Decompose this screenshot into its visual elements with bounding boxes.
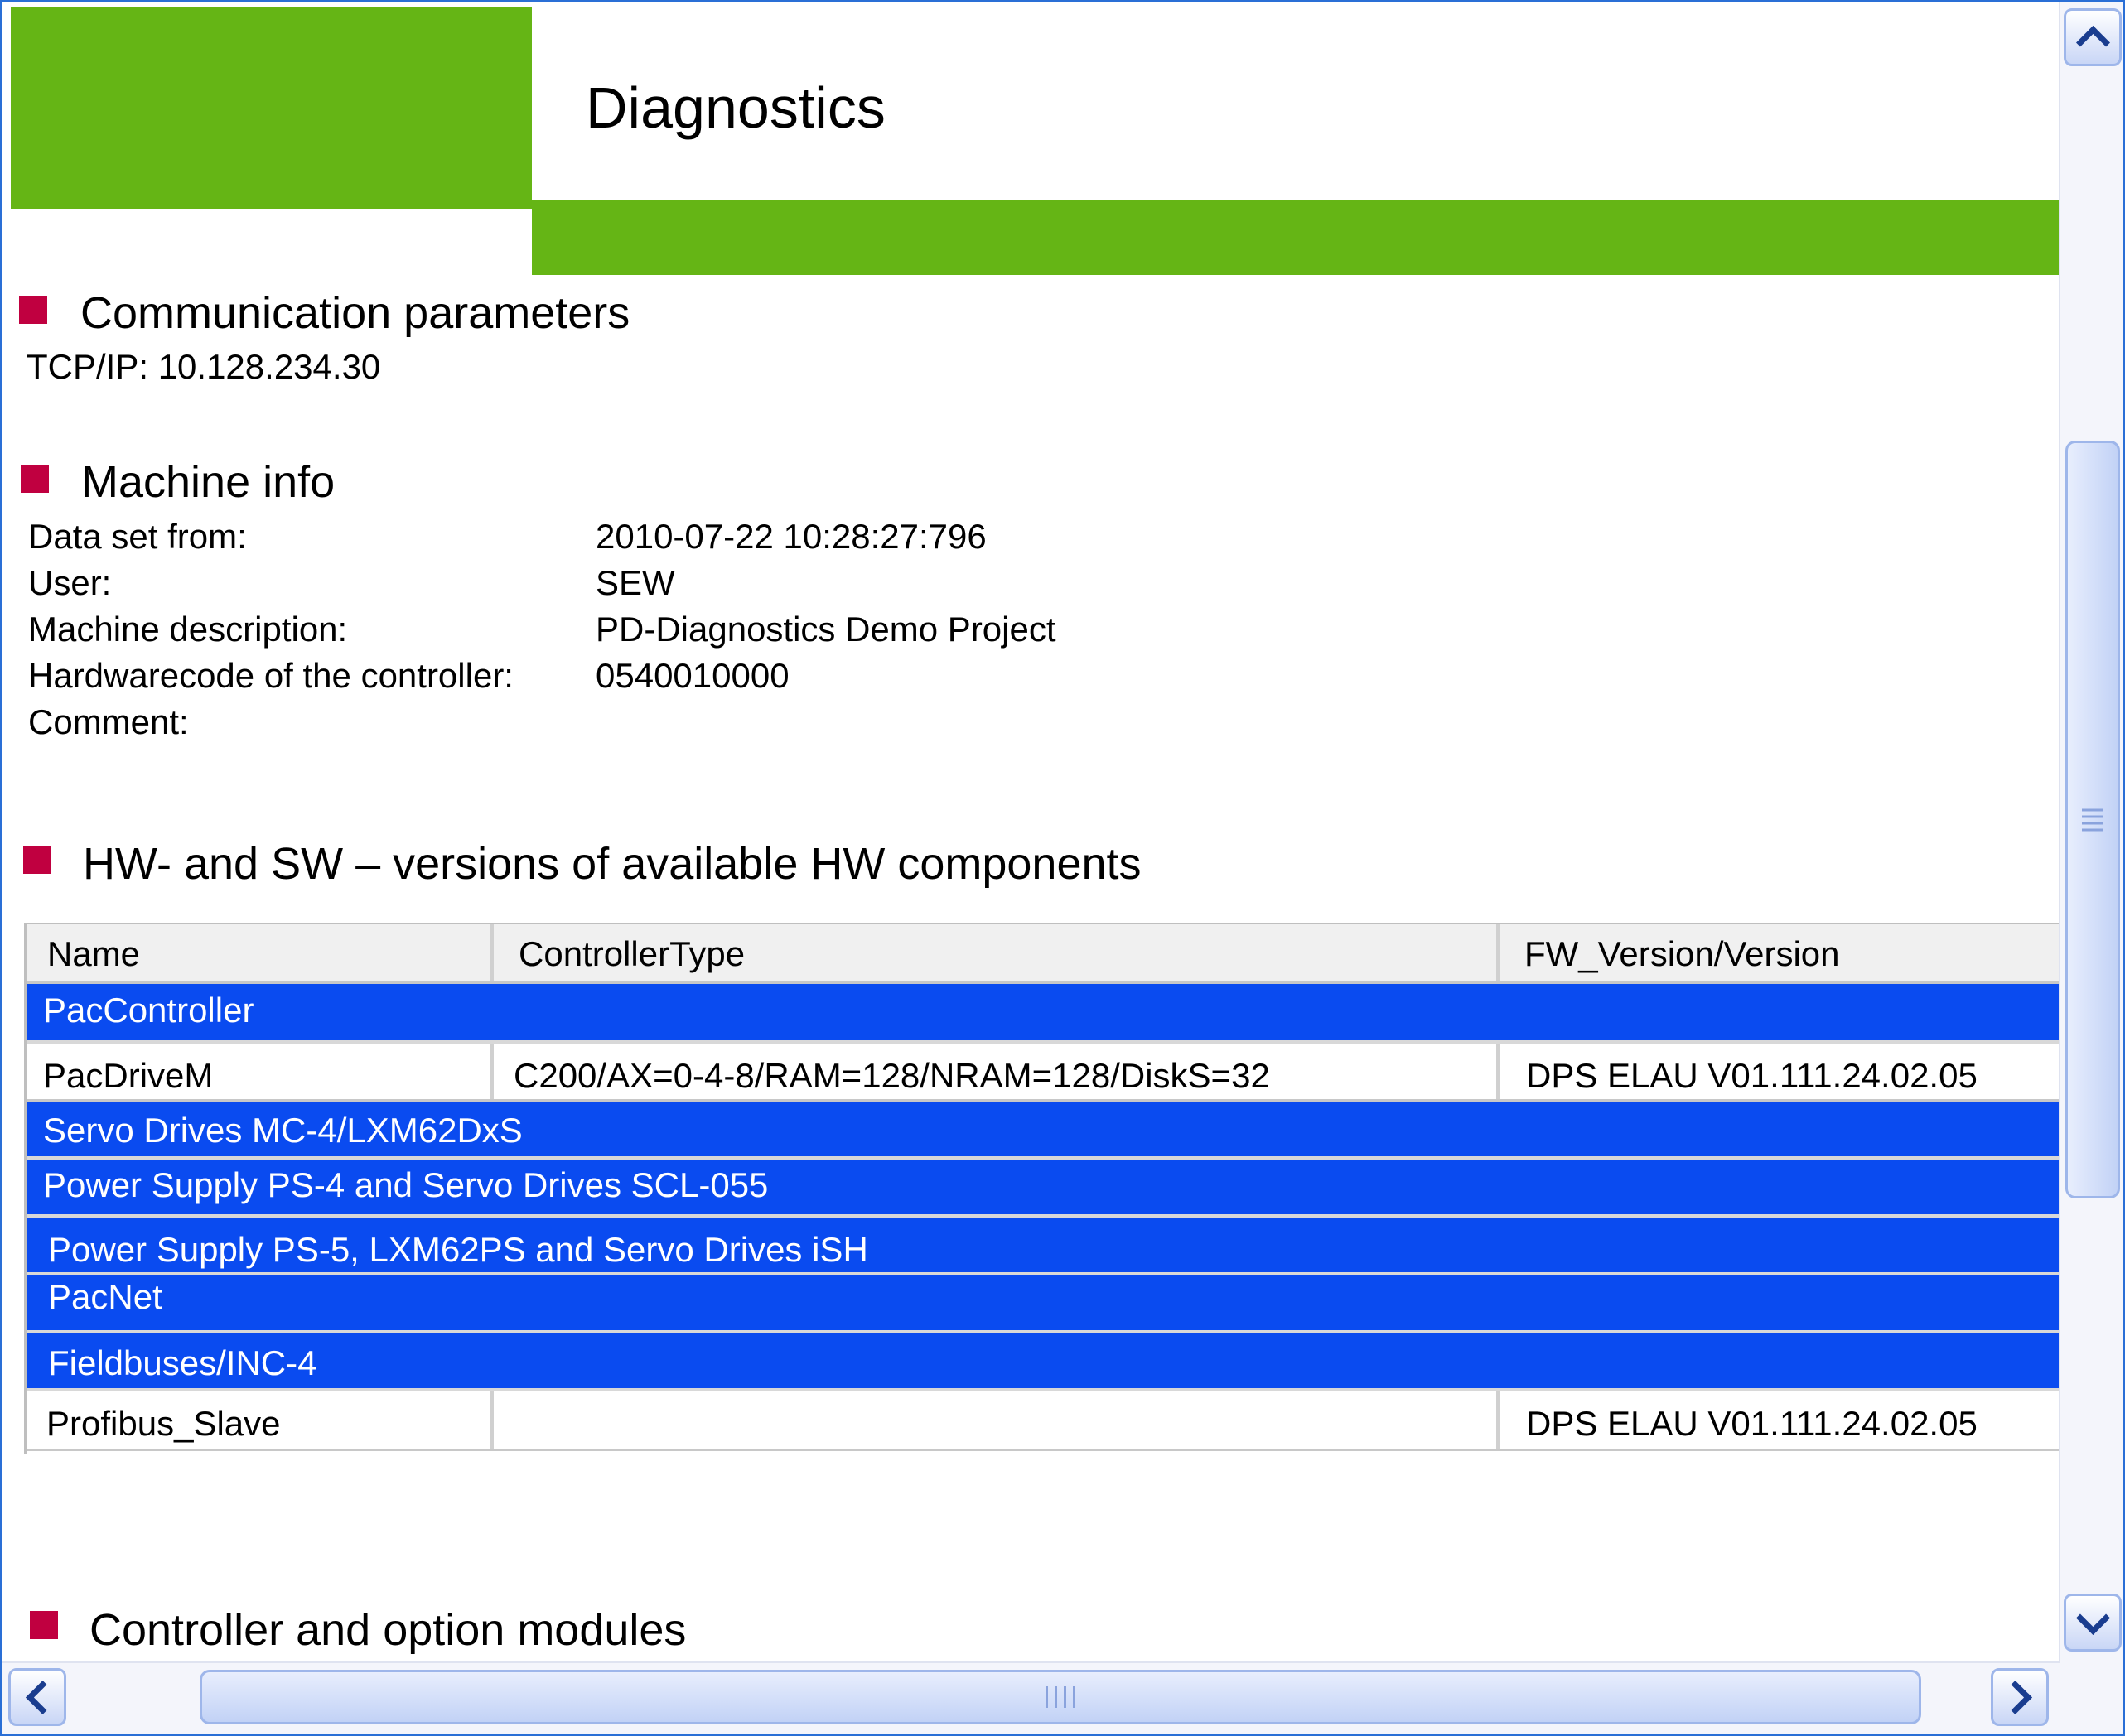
header-green-bar [532, 200, 2059, 275]
chevron-left-icon [25, 1680, 60, 1714]
scroll-down-button[interactable] [2064, 1594, 2122, 1652]
scroll-right-button[interactable] [1991, 1668, 2049, 1726]
scrollbar-corner [2059, 1663, 2123, 1734]
communication-heading: Communication parameters [80, 288, 630, 338]
machine-info-value: SEW [596, 563, 675, 602]
cell-name: Profibus_Slave [46, 1404, 281, 1443]
machine-info-label: Comment: [28, 702, 189, 741]
group-label: Power Supply PS-4 and Servo Drives SCL-0… [43, 1165, 769, 1204]
header-green-block [11, 7, 532, 209]
column-header-version[interactable]: FW_Version/Version [1496, 924, 2061, 981]
machine-info-label: User: [28, 563, 112, 602]
hw-components-table: Name ControllerType FW_Version/Version P… [24, 923, 2061, 1454]
table-group-row[interactable]: Fieldbuses/INC-4 [27, 1333, 2061, 1391]
table-group-row[interactable]: PacController [27, 984, 2061, 1044]
vertical-scroll-thumb[interactable] [2065, 441, 2120, 1198]
group-label: Fieldbuses/INC-4 [48, 1343, 317, 1382]
cell-controller-type [490, 1391, 1496, 1449]
section-bullet-icon [30, 1611, 58, 1639]
table-row[interactable]: Profibus_Slave DPS ELAU V01.111.24.02.05 [27, 1391, 2061, 1451]
section-bullet-icon [19, 296, 47, 324]
tcpip-address: TCP/IP: 10.128.234.30 [27, 347, 381, 386]
section-bullet-icon [21, 465, 49, 493]
machine-info-label: Machine description: [28, 610, 348, 649]
table-group-row[interactable]: Power Supply PS-5, LXM62PS and Servo Dri… [27, 1218, 2061, 1275]
diagnostics-window: Diagnostics Communication parameters TCP… [0, 0, 2125, 1736]
hw-sw-heading: HW- and SW – versions of available HW co… [83, 839, 1142, 889]
group-label: Servo Drives MC-4/LXM62DxS [43, 1111, 523, 1150]
grip-icon [2082, 804, 2103, 835]
chevron-down-icon [2075, 1600, 2110, 1635]
horizontal-scroll-thumb[interactable] [200, 1670, 1921, 1724]
cell-version: DPS ELAU V01.111.24.02.05 [1496, 1044, 2061, 1099]
machine-info-value: PD-Diagnostics Demo Project [596, 610, 1056, 649]
table-group-row[interactable]: Power Supply PS-4 and Servo Drives SCL-0… [27, 1160, 2061, 1218]
cell-name: PacDriveM [43, 1056, 214, 1095]
group-label: PacNet [48, 1277, 162, 1316]
machine-info-heading: Machine info [81, 457, 336, 507]
table-row[interactable]: PacDriveM C200/AX=0-4-8/RAM=128/NRAM=128… [27, 1044, 2061, 1102]
controller-modules-heading: Controller and option modules [89, 1605, 687, 1655]
scroll-up-button[interactable] [2064, 8, 2122, 66]
chevron-up-icon [2075, 25, 2110, 60]
column-header-name[interactable]: Name [27, 924, 490, 981]
group-label: Power Supply PS-5, LXM62PS and Servo Dri… [48, 1230, 868, 1269]
table-group-row[interactable]: Servo Drives MC-4/LXM62DxS [27, 1102, 2061, 1160]
table-group-row[interactable]: PacNet [27, 1275, 2061, 1333]
cell-version: DPS ELAU V01.111.24.02.05 [1496, 1391, 2061, 1449]
table-header-row: Name ControllerType FW_Version/Version [27, 924, 2061, 984]
page-title: Diagnostics [586, 75, 886, 140]
machine-info-value: 2010-07-22 10:28:27:796 [596, 517, 987, 556]
cell-controller-type: C200/AX=0-4-8/RAM=128/NRAM=128/DiskS=32 [490, 1044, 1496, 1099]
grip-icon [1042, 1686, 1079, 1708]
group-label: PacController [43, 991, 254, 1030]
section-bullet-icon [23, 846, 51, 874]
scroll-left-button[interactable] [8, 1668, 66, 1726]
machine-info-label: Data set from: [28, 517, 247, 556]
machine-info-label: Hardwarecode of the controller: [28, 656, 514, 695]
column-header-controllertype[interactable]: ControllerType [490, 924, 1496, 981]
machine-info-value: 0540010000 [596, 656, 790, 695]
chevron-right-icon [1997, 1680, 2032, 1714]
